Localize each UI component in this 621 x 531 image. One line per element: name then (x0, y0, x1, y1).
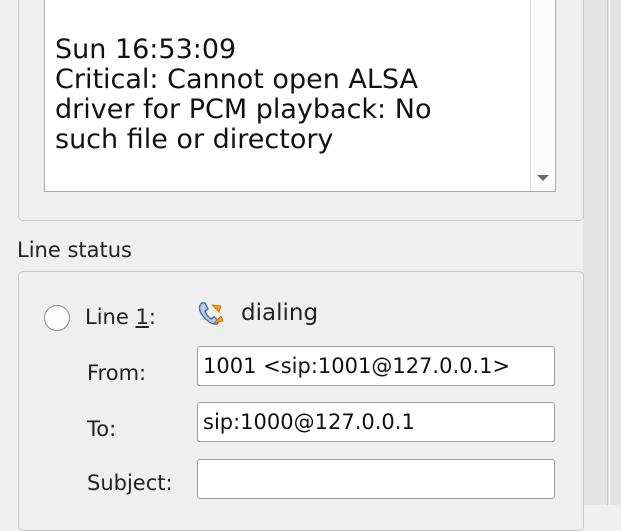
display-line: Sun 16:53:09 (55, 34, 237, 65)
window-edge (583, 0, 621, 505)
display-line: Critical: Cannot open ALSA (55, 64, 419, 95)
to-field-box (197, 402, 555, 442)
subject-field-box (197, 459, 555, 499)
line-status-text: dialing (241, 300, 319, 326)
display-scrollbar[interactable] (530, 0, 555, 191)
from-field-box (197, 346, 555, 386)
to-label: To: (87, 417, 117, 441)
dialing-phone-icon (198, 302, 224, 325)
display-line: such file or directory (55, 124, 334, 155)
scroll-down-arrow-icon[interactable] (537, 175, 549, 181)
line-1-label[interactable]: Line 1: (85, 305, 156, 329)
line-number: 1 (135, 305, 149, 329)
subject-field[interactable] (198, 460, 554, 498)
to-field[interactable] (198, 403, 554, 441)
from-label: From: (87, 361, 147, 385)
line-label-prefix: Line (85, 305, 136, 329)
line-1-radio[interactable] (44, 305, 70, 331)
from-field[interactable] (198, 347, 554, 385)
display-line: driver for PCM playback: No (55, 94, 432, 125)
message-display[interactable]: Sun 16:53:09 Critical: Cannot open ALSA … (44, 0, 556, 192)
display-text: Sun 16:53:09 Critical: Cannot open ALSA … (55, 35, 525, 155)
line-status-title: Line status (17, 238, 132, 262)
line-label-suffix: : (148, 305, 156, 329)
subject-label: Subject: (87, 471, 173, 495)
